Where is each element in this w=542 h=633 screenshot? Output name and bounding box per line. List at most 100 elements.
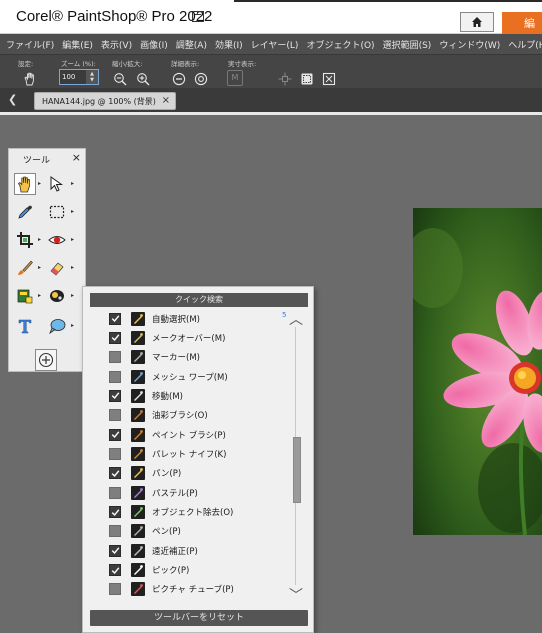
presets-button[interactable]: [22, 71, 38, 87]
perspective-icon: [131, 543, 145, 558]
tool-visibility-checkbox[interactable]: [109, 331, 121, 344]
tool-visibility-checkbox[interactable]: [109, 447, 121, 460]
edit-tab-button[interactable]: 編: [502, 12, 542, 34]
plus-circle-icon: [38, 352, 54, 368]
center-button[interactable]: [277, 71, 293, 87]
tool-visibility-checkbox[interactable]: [109, 428, 121, 441]
menu-view[interactable]: 表示(V): [101, 38, 132, 51]
dropper-tool[interactable]: [14, 201, 36, 223]
menu-image[interactable]: 画像(I): [140, 38, 168, 51]
clone-tool-dropdown-icon[interactable]: ▸: [38, 292, 41, 299]
clone-tool[interactable]: [14, 285, 36, 307]
tool-visibility-checkbox[interactable]: [109, 486, 121, 499]
tool-list-item[interactable]: メークオーバー(M): [109, 328, 225, 347]
tool-list-item[interactable]: ピック(P): [109, 561, 189, 580]
detail-minus-button[interactable]: [171, 71, 187, 87]
palette-knife-icon: [131, 446, 145, 461]
pastel-icon: [131, 485, 145, 500]
eraser-tool[interactable]: [46, 257, 68, 279]
tool-visibility-checkbox[interactable]: [109, 467, 121, 480]
menu-window[interactable]: ウィンドウ(W): [439, 38, 500, 51]
tool-list-item[interactable]: 遠近補正(P): [109, 541, 198, 560]
checkmark-icon: [111, 470, 119, 477]
tool-list-item[interactable]: オブジェクト除去(O): [109, 503, 233, 522]
add-remove-tools-button[interactable]: [35, 349, 57, 371]
pan-tool-dropdown-icon[interactable]: ▸: [38, 180, 41, 187]
tool-visibility-checkbox[interactable]: [109, 409, 121, 422]
tool-list-item[interactable]: 移動(M): [109, 386, 183, 405]
menu-layers[interactable]: レイヤー(L): [251, 38, 299, 51]
tool-list-item[interactable]: 自動選択(M): [109, 309, 200, 328]
tool-visibility-checkbox[interactable]: [109, 544, 121, 557]
tool-list-item[interactable]: マーカー(M): [109, 348, 200, 367]
tool-list-item[interactable]: ペイント ブラシ(P): [109, 425, 226, 444]
document-tab[interactable]: HANA144.jpg @ 100% (背景) ×: [34, 92, 176, 110]
reset-toolbar-button[interactable]: ツールバーをリセット: [90, 610, 308, 626]
scroll-up-icon[interactable]: ︿: [289, 309, 303, 329]
menu-effects[interactable]: 効果(I): [215, 38, 243, 51]
tool-list-item[interactable]: メッシュ ワープ(M): [109, 367, 228, 386]
pan-tool[interactable]: [14, 173, 36, 195]
fill-tool-dropdown-icon[interactable]: ▸: [71, 292, 74, 299]
menu-help[interactable]: ヘルプ(H): [508, 38, 542, 51]
tool-list-item[interactable]: パン(P): [109, 464, 181, 483]
tool-visibility-checkbox[interactable]: [109, 351, 121, 364]
eraser-dropdown-icon[interactable]: ▸: [71, 264, 74, 271]
paint-brush-icon: [18, 260, 33, 275]
red-eye-tool[interactable]: [46, 229, 68, 251]
tool-visibility-checkbox[interactable]: [109, 389, 121, 402]
actual-size-button[interactable]: M: [227, 70, 243, 86]
tool-list-item-label: ペン(P): [152, 527, 181, 538]
menu-edit[interactable]: 編集(E): [62, 38, 93, 51]
zoom-spinner[interactable]: ▲▼: [59, 69, 99, 85]
fit-image-button[interactable]: [321, 71, 337, 87]
detail-plus-button[interactable]: [193, 71, 209, 87]
tool-list-item[interactable]: パレット ナイフ(K): [109, 444, 226, 463]
tool-visibility-checkbox[interactable]: [109, 525, 121, 538]
pick-tool-dropdown-icon[interactable]: ▸: [71, 180, 74, 187]
shape-tool[interactable]: [46, 315, 68, 337]
shape-tool-dropdown-icon[interactable]: ▸: [71, 322, 74, 329]
menu-adjust[interactable]: 調整(A): [176, 38, 207, 51]
tool-list-item[interactable]: 油彩ブラシ(O): [109, 406, 208, 425]
red-eye-tool-dropdown-icon[interactable]: ▸: [71, 236, 74, 243]
menu-file[interactable]: ファイル(F): [6, 38, 54, 51]
selection-tool[interactable]: [46, 201, 68, 223]
crop-tool[interactable]: [14, 229, 36, 251]
tool-list-item[interactable]: ピクチャ チューブ(P): [109, 580, 234, 599]
paint-brush-tool[interactable]: [14, 257, 36, 279]
tool-list-item[interactable]: ペン(P): [109, 522, 181, 541]
magic-wand-icon: [131, 311, 145, 326]
fill-tool[interactable]: [46, 285, 68, 307]
zoom-input[interactable]: [60, 70, 86, 84]
home-button[interactable]: [460, 12, 494, 32]
tab-scroll-left-icon[interactable]: ❮: [8, 93, 17, 106]
paint-brush-dropdown-icon[interactable]: ▸: [38, 264, 41, 271]
paint-brush-icon: [131, 427, 145, 442]
quick-search-box[interactable]: クイック検索: [90, 293, 308, 307]
spinner-arrows[interactable]: ▲ ▼: [86, 70, 98, 84]
crop-tool-dropdown-icon[interactable]: ▸: [38, 236, 41, 243]
tool-list-item-label: ピクチャ チューブ(P): [152, 585, 234, 596]
menu-selections[interactable]: 選択範囲(S): [383, 38, 432, 51]
tool-visibility-checkbox[interactable]: [109, 583, 121, 596]
scroll-down-icon[interactable]: ﹀: [289, 585, 303, 605]
menu-objects[interactable]: オブジェクト(O): [306, 38, 374, 51]
tool-visibility-checkbox[interactable]: [109, 370, 121, 383]
tool-visibility-checkbox[interactable]: [109, 506, 121, 518]
tool-visibility-checkbox[interactable]: [109, 312, 121, 325]
text-tool[interactable]: [14, 315, 36, 337]
pick-tool[interactable]: [46, 173, 68, 195]
selection-tool-dropdown-icon[interactable]: ▸: [71, 208, 74, 215]
close-tab-icon[interactable]: ×: [162, 95, 170, 106]
tool-visibility-checkbox[interactable]: [109, 564, 121, 577]
mesh-warp-icon: [131, 369, 145, 384]
tools-palette-close-icon[interactable]: ×: [72, 151, 81, 164]
zoom-out-button[interactable]: [112, 71, 128, 87]
tool-list-item[interactable]: パステル(P): [109, 483, 198, 502]
fit-window-button[interactable]: [299, 71, 315, 87]
workspace-icon[interactable]: [192, 11, 204, 22]
scroll-thumb[interactable]: [293, 437, 301, 503]
tools-palette-title: ツール: [23, 156, 51, 166]
zoom-in-button[interactable]: [135, 71, 151, 87]
